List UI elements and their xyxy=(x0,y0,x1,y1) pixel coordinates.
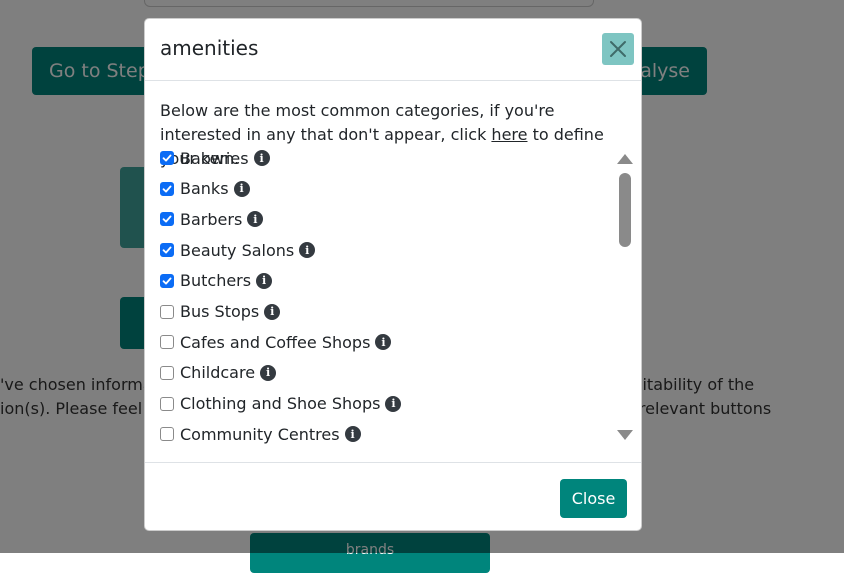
amenity-item[interactable]: Butchers i xyxy=(160,270,273,292)
amenity-item[interactable]: Clothing and Shoe Shops i xyxy=(160,393,402,415)
amenity-item[interactable]: Childcare i xyxy=(160,362,277,384)
amenity-label: Barbers xyxy=(180,209,243,229)
close-button[interactable]: Close xyxy=(560,479,627,518)
amenity-label: Bus Stops xyxy=(180,302,260,321)
define-own-link[interactable]: here xyxy=(491,125,527,144)
checkbox-checked[interactable] xyxy=(160,181,174,196)
checkmark-icon xyxy=(162,154,172,162)
info-icon[interactable]: i xyxy=(385,395,402,412)
checkmark-icon xyxy=(162,277,172,285)
amenity-item[interactable]: Barbers i xyxy=(160,208,264,230)
amenity-label: Butchers xyxy=(180,271,252,291)
scrollbar[interactable] xyxy=(615,149,635,444)
info-icon[interactable]: i xyxy=(247,211,264,228)
info-icon[interactable]: i xyxy=(253,150,270,166)
info-icon[interactable]: i xyxy=(375,334,392,351)
modal-footer: Close xyxy=(145,462,641,530)
amenity-item[interactable]: Banks i xyxy=(160,178,250,200)
amenity-label: Childcare xyxy=(180,363,256,383)
amenity-item[interactable]: Bakeries i xyxy=(160,147,270,169)
amenity-label: Cafes and Coffee Shops xyxy=(180,332,371,352)
info-icon[interactable]: i xyxy=(260,364,277,381)
info-icon[interactable]: i xyxy=(256,272,273,289)
amenities-list-container: Bakeries i Banks i Barbers i Beauty Salons i But… xyxy=(160,147,633,447)
checkbox-unchecked[interactable] xyxy=(160,427,174,442)
amenity-label: Community Centres xyxy=(180,424,340,444)
info-icon[interactable]: i xyxy=(233,180,250,197)
amenity-item[interactable]: Community Centres i xyxy=(160,423,361,445)
checkbox-checked[interactable] xyxy=(160,212,174,227)
amenity-label: Banks xyxy=(180,179,229,199)
close-icon xyxy=(610,41,626,57)
scroll-down-arrow-icon[interactable] xyxy=(617,430,633,440)
info-icon[interactable]: i xyxy=(264,303,281,320)
checkbox-checked[interactable] xyxy=(160,273,174,288)
info-icon[interactable]: i xyxy=(299,242,316,259)
checkmark-icon xyxy=(162,215,172,223)
checkbox-checked[interactable] xyxy=(160,243,174,258)
close-icon-button[interactable] xyxy=(602,33,634,65)
modal-header: amenities xyxy=(145,19,641,81)
modal-title: amenities xyxy=(160,36,259,60)
checkmark-icon xyxy=(162,246,172,254)
amenities-modal: amenities Below are the most common cate… xyxy=(144,18,642,531)
scroll-up-arrow-icon[interactable] xyxy=(617,154,633,164)
checkbox-checked[interactable] xyxy=(160,151,174,165)
amenity-item[interactable]: Beauty Salons i xyxy=(160,239,316,261)
amenity-label: Clothing and Shoe Shops xyxy=(180,394,381,414)
checkbox-unchecked[interactable] xyxy=(160,335,174,350)
amenity-label: Beauty Salons xyxy=(180,240,295,260)
checkbox-unchecked[interactable] xyxy=(160,396,174,411)
checkbox-unchecked[interactable] xyxy=(160,304,174,319)
amenity-item[interactable]: Cafes and Coffee Shops i xyxy=(160,331,392,353)
checkmark-icon xyxy=(162,185,172,193)
amenity-item[interactable]: Bus Stops i xyxy=(160,301,281,323)
scrollbar-thumb[interactable] xyxy=(619,173,631,247)
amenity-label: Bakeries xyxy=(180,148,249,168)
checkbox-unchecked[interactable] xyxy=(160,365,174,380)
info-icon[interactable]: i xyxy=(344,426,361,443)
